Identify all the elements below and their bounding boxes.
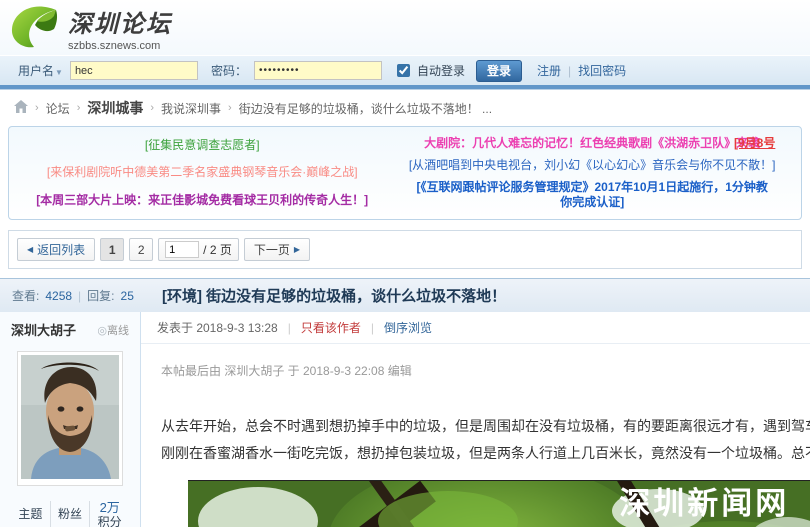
page-total-label: / 2 页 [203, 241, 232, 258]
chevron-down-icon[interactable]: ▼ [55, 68, 63, 77]
page-number-current: 1 [100, 238, 124, 261]
username-input[interactable] [70, 61, 198, 80]
page-number[interactable]: 2 [129, 238, 153, 261]
breadcrumb-city[interactable]: 深圳城事 [87, 98, 143, 118]
chevron-left-icon: ◀ [27, 245, 33, 254]
forgot-password-link[interactable]: 找回密码 [578, 62, 626, 79]
watermark-cn: 深圳新闻网 [619, 487, 806, 521]
breadcrumb-forum[interactable]: 论坛 [46, 100, 70, 117]
stat-points[interactable]: 2万 积分 [90, 500, 129, 527]
replies-count: 25 [121, 289, 134, 303]
points-label: 积分 [90, 515, 129, 527]
announcement-link[interactable]: [《互联网跟帖评论服务管理规定》2017年10月1日起施行，1分钟教你完成认证] [389, 180, 795, 210]
post-time: 发表于 2018-9-3 13:28 [157, 319, 278, 336]
thread-title: [环境] 街边没有足够的垃圾桶，谈什么垃圾不落地！ [162, 285, 506, 306]
reverse-order-link[interactable]: 倒序浏览 [384, 319, 432, 336]
author-sidebar: 深圳大胡子 ◎离线 主题 粉丝 [0, 312, 141, 527]
breadcrumb: › 论坛 › 深圳城事 › 我说深圳事 › 街边没有足够的垃圾桶，谈什么垃圾不落… [0, 90, 810, 124]
username-label: 用户名▼ [18, 62, 63, 79]
site-title: 深圳论坛 [68, 4, 172, 39]
views-count: 4258 [45, 289, 72, 303]
leaf-logo-icon [10, 3, 60, 52]
register-link[interactable]: 注册 [537, 62, 561, 79]
author-avatar[interactable] [17, 351, 123, 486]
home-icon[interactable] [14, 100, 28, 116]
post-row: 深圳大胡子 ◎离线 主题 粉丝 [0, 312, 810, 527]
photo-watermark: 深圳新闻网 sznews.com [619, 487, 806, 527]
announcement-link[interactable]: [9月8号 [734, 134, 775, 151]
announcement-link[interactable]: [来保利剧院听中德美第二季名家盛典钢琴音乐会·巅峰之战] [15, 165, 389, 180]
breadcrumb-thread: 街边没有足够的垃圾桶，谈什么垃圾不落地！ ... [239, 100, 492, 117]
author-stats: 主题 粉丝 2万 积分 [11, 499, 129, 527]
author-name[interactable]: 深圳大胡子 [11, 320, 76, 339]
next-page-button[interactable]: 下一页 ▶ [244, 238, 310, 261]
post-line: 刚刚在香蜜湖香水一街吃完饭，想扔掉包装垃圾，但是两条人行道上几百米长，竟然没有一… [161, 440, 810, 467]
offline-icon: ◎ [97, 325, 107, 337]
password-input[interactable] [254, 61, 382, 80]
avatar-portrait [21, 355, 119, 479]
breadcrumb-separator: › [77, 102, 81, 114]
announcement-box: [征集民意调查志愿者] [来保利剧院听中德美第二季名家盛典钢琴音乐会·巅峰之战]… [8, 126, 802, 220]
password-label: 密码： [211, 62, 247, 79]
edit-note: 本帖最后由 深圳大胡子 于 2018-9-3 22:08 编辑 [161, 362, 810, 379]
announcement-link[interactable]: [本周三部大片上映：来正佳影城免费看球王贝利的传奇人生！] [15, 193, 389, 208]
stat-fans[interactable]: 粉丝 [51, 499, 90, 527]
chevron-right-icon: ▶ [294, 245, 300, 254]
post-line: 从去年开始，总会不时遇到想扔掉手中的垃圾，但是周围却在没有垃圾桶，有的要距离很远… [161, 413, 810, 440]
auto-login-checkbox[interactable] [397, 64, 410, 77]
divider: | [371, 321, 374, 335]
site-domain: szbbs.sznews.com [68, 40, 172, 52]
stat-topics[interactable]: 主题 [11, 499, 50, 527]
post-body: 从去年开始，总会不时遇到想扔掉手中的垃圾，但是周围却在没有垃圾桶，有的要距离很远… [161, 413, 810, 467]
replies-label: 回复: [87, 287, 114, 304]
pagination-bar: ◀ 返回列表 1 2 / 2 页 下一页 ▶ [8, 230, 802, 269]
thread-header: 查看: 4258 | 回复: 25 [环境] 街边没有足够的垃圾桶，谈什么垃圾不… [0, 278, 810, 312]
page-jump-group: / 2 页 [158, 238, 239, 261]
views-label: 查看: [12, 287, 39, 304]
page-jump-input[interactable] [165, 241, 199, 258]
author-status: ◎离线 [97, 322, 129, 338]
post-photo[interactable]: 深圳新闻网 sznews.com [188, 480, 810, 527]
divider: | [288, 321, 291, 335]
announcement-link[interactable]: [征集民意调查志愿者] [15, 138, 389, 153]
auto-login-label: 自动登录 [417, 62, 465, 79]
announcement-left-column: [征集民意调查志愿者] [来保利剧院听中德美第二季名家盛典钢琴音乐会·巅峰之战]… [15, 132, 389, 214]
thread-stats: 查看: 4258 | 回复: 25 [0, 287, 142, 304]
login-button[interactable]: 登录 [476, 60, 522, 82]
post-content: 发表于 2018-9-3 13:28 | 只看该作者 | 倒序浏览 本帖最后由 … [141, 312, 810, 527]
watermark-en: sznews.com [619, 521, 806, 527]
site-header: 深圳论坛 szbbs.sznews.com [0, 0, 810, 55]
breadcrumb-subforum[interactable]: 我说深圳事 [161, 100, 221, 117]
points-value: 2万 [90, 500, 129, 515]
divider: | [568, 64, 571, 78]
breadcrumb-separator: › [35, 102, 39, 114]
breadcrumb-separator: › [150, 102, 154, 114]
announcement-link[interactable]: [从酒吧唱到中央电视台，刘小幻《以心幻心》音乐会与你不见不散！] [389, 158, 795, 173]
only-author-link[interactable]: 只看该作者 [301, 319, 361, 336]
breadcrumb-separator: › [228, 102, 232, 114]
site-logo[interactable]: 深圳论坛 szbbs.sznews.com [10, 3, 172, 52]
divider: | [78, 289, 81, 303]
post-meta-bar: 发表于 2018-9-3 13:28 | 只看该作者 | 倒序浏览 [141, 312, 810, 344]
back-to-list-button[interactable]: ◀ 返回列表 [17, 238, 95, 261]
login-bar: 用户名▼ 密码： 自动登录 登录 注册 | 找回密码 [0, 55, 810, 85]
